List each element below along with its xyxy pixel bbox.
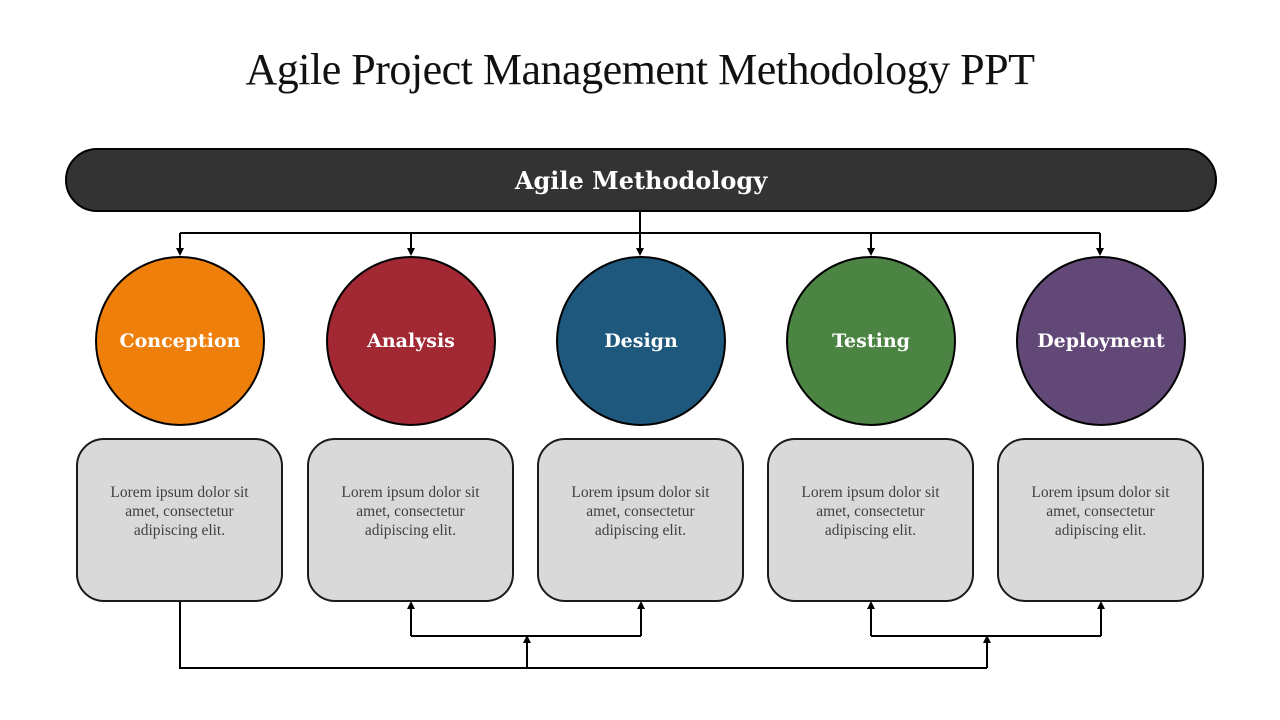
phase-circle-design: Design (556, 256, 726, 426)
agile-methodology-bar: Agile Methodology (65, 148, 1217, 212)
phase-circle-conception: Conception (95, 256, 265, 426)
phase-label: Testing (832, 330, 910, 352)
phase-card-design: Lorem ipsum dolor sit amet, consectetur … (537, 438, 744, 602)
phase-description: Lorem ipsum dolor sit amet, consectetur … (801, 483, 940, 539)
phase-description: Lorem ipsum dolor sit amet, consectetur … (571, 483, 710, 539)
phase-description: Lorem ipsum dolor sit amet, consectetur … (341, 483, 480, 539)
phase-label: Deployment (1037, 330, 1165, 352)
phase-label: Conception (119, 330, 241, 352)
phase-card-analysis: Lorem ipsum dolor sit amet, consectetur … (307, 438, 514, 602)
phase-circle-deployment: Deployment (1016, 256, 1186, 426)
phase-circle-analysis: Analysis (326, 256, 496, 426)
phase-description: Lorem ipsum dolor sit amet, consectetur … (1031, 483, 1170, 539)
agile-methodology-label: Agile Methodology (514, 165, 768, 195)
phase-card-conception: Lorem ipsum dolor sit amet, consectetur … (76, 438, 283, 602)
phase-circle-testing: Testing (786, 256, 956, 426)
phase-description: Lorem ipsum dolor sit amet, consectetur … (110, 483, 249, 539)
phase-card-testing: Lorem ipsum dolor sit amet, consectetur … (767, 438, 974, 602)
phase-card-deployment: Lorem ipsum dolor sit amet, consectetur … (997, 438, 1204, 602)
phase-label: Design (604, 330, 678, 352)
phase-label: Analysis (367, 330, 455, 352)
